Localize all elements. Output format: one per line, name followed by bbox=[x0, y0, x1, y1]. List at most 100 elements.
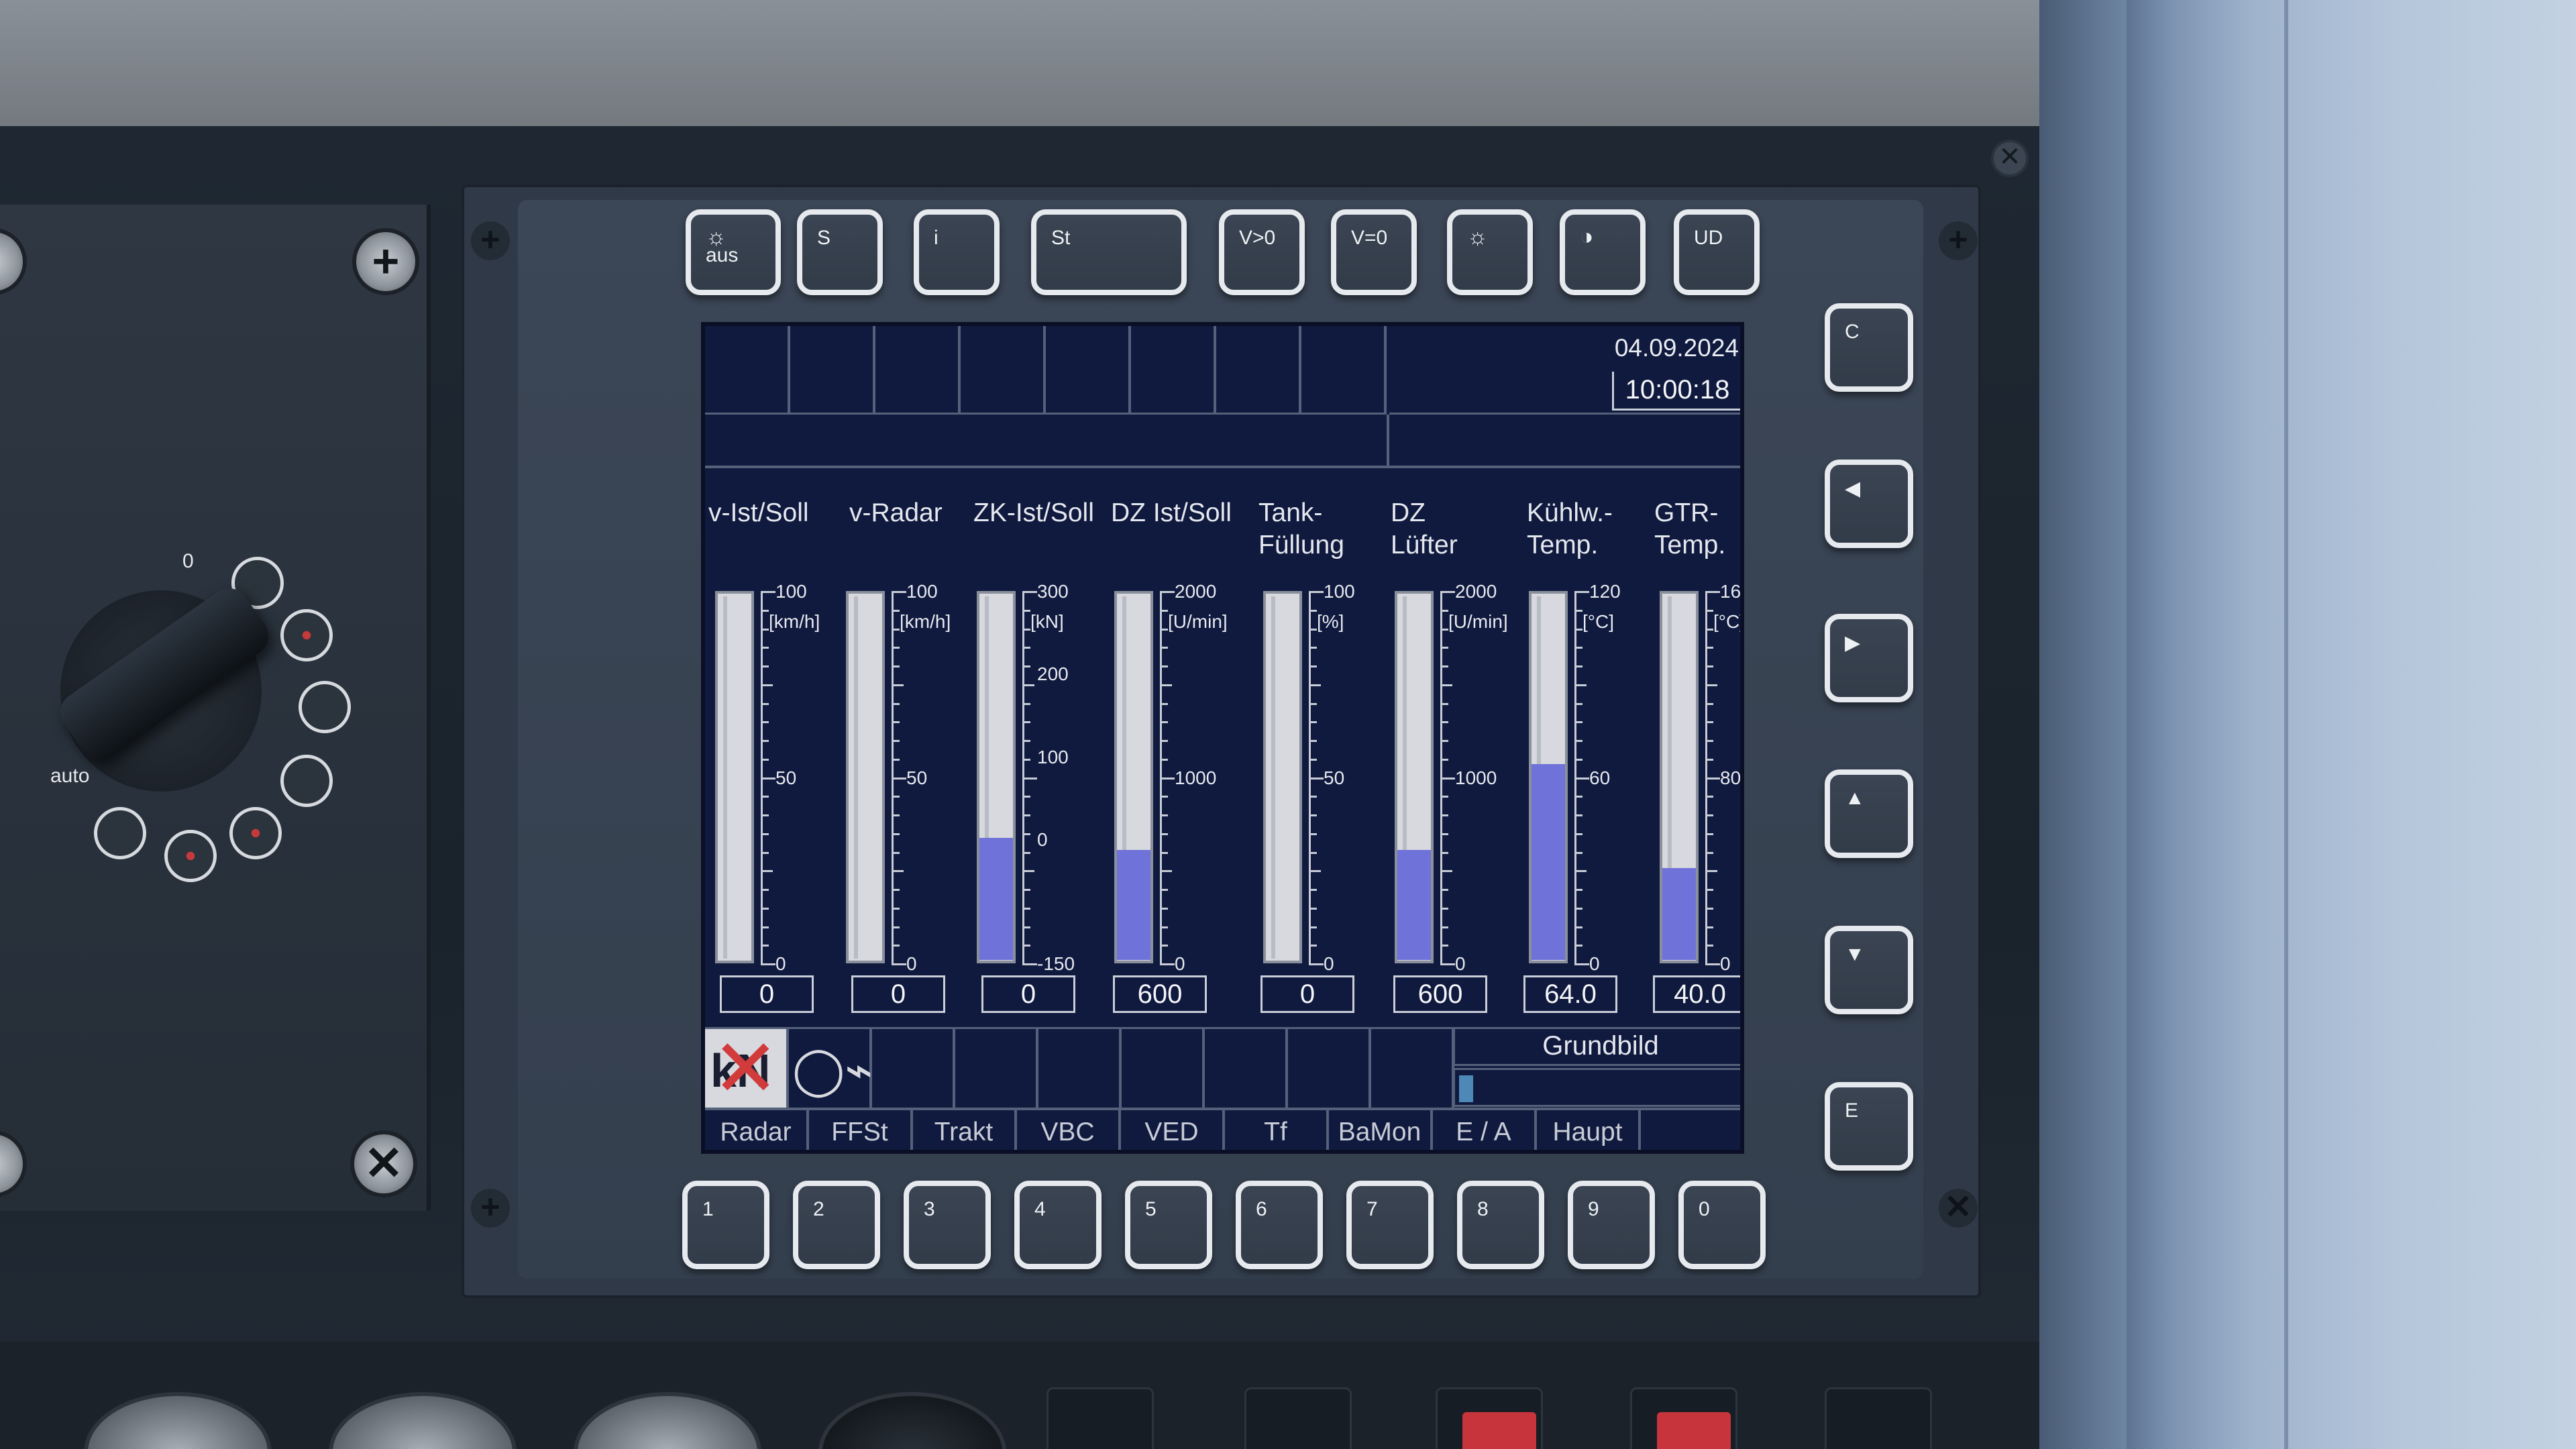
number-key-5[interactable]: 5 bbox=[1125, 1181, 1212, 1269]
bar-gauge: 100 50 0 [km/h] bbox=[708, 582, 836, 974]
diagnostic-screen: 04.09.2024 10:00:18 v-Ist/Soll 100 50 0 [km/… bbox=[701, 322, 1744, 1154]
top-softkey-5[interactable]: V>0 bbox=[1219, 209, 1305, 295]
gauge-tick bbox=[1022, 889, 1030, 891]
gauge-tick bbox=[1705, 814, 1713, 816]
bar-gauge: 100 50 0 [%] bbox=[1256, 582, 1384, 974]
side-softkey-4[interactable]: ▲ bbox=[1825, 769, 1913, 858]
gauge-tick bbox=[1574, 796, 1582, 798]
icon-cell bbox=[1287, 1027, 1371, 1108]
status-cell bbox=[1131, 326, 1216, 415]
number-key-0[interactable]: 0 bbox=[1678, 1181, 1766, 1269]
bezel-screw-icon: + bbox=[1939, 221, 1978, 260]
menu-item-bamon[interactable]: BaMon bbox=[1329, 1108, 1433, 1150]
number-key-4[interactable]: 4 bbox=[1014, 1181, 1102, 1269]
gauge-tick bbox=[1160, 870, 1172, 873]
number-key-1[interactable]: 1 bbox=[682, 1181, 769, 1269]
top-softkey-7[interactable]: ☼ bbox=[1447, 209, 1533, 295]
status-cell bbox=[705, 326, 790, 415]
top-softkey-1[interactable]: ☼ aus bbox=[686, 209, 781, 295]
gauge-tick bbox=[1440, 814, 1448, 816]
menu-item-ved[interactable]: VED bbox=[1121, 1108, 1225, 1150]
gauge-fill bbox=[979, 837, 1013, 960]
gauge-tick bbox=[1309, 628, 1317, 631]
gauge-tick bbox=[1440, 591, 1455, 593]
bar-gauge: 160 80 0 [°C] bbox=[1653, 581, 1741, 974]
gauge-tick bbox=[1309, 870, 1321, 873]
gauge-tick bbox=[761, 851, 769, 854]
number-key-label: 7 bbox=[1366, 1198, 1378, 1220]
gauge-tick-label: 160 bbox=[1720, 581, 1741, 602]
side-softkey-label: ▶ bbox=[1845, 632, 1861, 654]
top-softkey-8[interactable]: ◑ bbox=[1560, 209, 1646, 295]
gauge-track-groove bbox=[723, 596, 727, 959]
menu-item-e-a[interactable]: E / A bbox=[1433, 1108, 1537, 1150]
side-softkey-6[interactable]: E bbox=[1825, 1082, 1913, 1171]
gauge-tick bbox=[1574, 870, 1587, 873]
lower-square-button[interactable] bbox=[1825, 1387, 1932, 1449]
number-key-6[interactable]: 6 bbox=[1236, 1181, 1323, 1269]
gauge-tick bbox=[1705, 833, 1713, 835]
number-key-label: 9 bbox=[1588, 1198, 1599, 1220]
gauge-tick bbox=[1160, 740, 1168, 742]
bar-gauge: 2000 1000 0 [U/min] bbox=[1108, 582, 1235, 974]
gauge-tick bbox=[1705, 740, 1713, 742]
gauge-tick bbox=[1022, 684, 1034, 686]
gauge-tick bbox=[1574, 665, 1582, 667]
number-key-9[interactable]: 9 bbox=[1568, 1181, 1655, 1269]
menu-item-ffst[interactable]: FFSt bbox=[809, 1108, 913, 1150]
gauge-tick bbox=[1022, 628, 1030, 631]
gauge-tick bbox=[1705, 777, 1720, 780]
gauge-value: 40.0 bbox=[1653, 975, 1740, 1013]
gauge-tick bbox=[1574, 963, 1589, 965]
progress-fill bbox=[1459, 1075, 1474, 1102]
number-key-2[interactable]: 2 bbox=[793, 1181, 880, 1269]
bezel-screw-icon: + bbox=[471, 1189, 510, 1228]
gauge-tick bbox=[1705, 721, 1713, 724]
gauge-tick bbox=[1309, 665, 1317, 667]
gauge-tick-label: 1000 bbox=[1175, 767, 1217, 788]
menu-item-tf[interactable]: Tf bbox=[1225, 1108, 1329, 1150]
selector-position-dot bbox=[299, 681, 351, 733]
side-softkey-1[interactable]: C bbox=[1825, 303, 1913, 392]
top-softkey-2[interactable]: S bbox=[797, 209, 883, 295]
menu-item-trakt[interactable]: Trakt bbox=[913, 1108, 1017, 1150]
gauge-tick bbox=[1440, 796, 1448, 798]
gauge-tick bbox=[1705, 609, 1713, 612]
gauge-tick bbox=[1440, 702, 1448, 705]
menu-item-empty[interactable] bbox=[1641, 1108, 1740, 1150]
number-key-3[interactable]: 3 bbox=[904, 1181, 991, 1269]
icon-cell bbox=[955, 1027, 1038, 1108]
side-softkey-3[interactable]: ▶ bbox=[1825, 614, 1913, 702]
number-key-7[interactable]: 7 bbox=[1346, 1181, 1434, 1269]
gauge-tick-label: 0 bbox=[775, 953, 786, 974]
number-key-8[interactable]: 8 bbox=[1457, 1181, 1544, 1269]
gauge-tick bbox=[892, 628, 900, 631]
top-softkey-6[interactable]: V=0 bbox=[1331, 209, 1417, 295]
gauge-tick-label: 60 bbox=[1589, 767, 1611, 788]
icon-cell bbox=[1121, 1027, 1205, 1108]
top-softkey-3[interactable]: i bbox=[914, 209, 1000, 295]
lower-square-button[interactable] bbox=[1046, 1387, 1154, 1449]
menu-item-vbc[interactable]: VBC bbox=[1017, 1108, 1121, 1150]
red-toggle-switch[interactable] bbox=[1657, 1412, 1731, 1449]
gauge-tick bbox=[892, 814, 900, 816]
gauge-tick bbox=[1440, 963, 1455, 965]
selector-position-dot bbox=[164, 830, 217, 882]
side-softkey-2[interactable]: ◀ bbox=[1825, 460, 1913, 548]
panel-screw-icon: ✕ bbox=[350, 1130, 417, 1197]
selector-position-dot bbox=[280, 609, 333, 661]
gauge-tick bbox=[1160, 684, 1172, 686]
date-display: 04.09.2024 bbox=[1614, 334, 1739, 362]
softkey-label: aus bbox=[706, 244, 739, 266]
side-softkey-label: C bbox=[1845, 321, 1860, 343]
menu-item-radar[interactable]: Radar bbox=[705, 1108, 809, 1150]
side-softkey-5[interactable]: ▼ bbox=[1825, 926, 1913, 1014]
menu-item-haupt[interactable]: Haupt bbox=[1537, 1108, 1641, 1150]
lower-square-button[interactable] bbox=[1244, 1387, 1352, 1449]
top-softkey-9[interactable]: UD bbox=[1674, 209, 1760, 295]
gauge-unit: [km/h] bbox=[900, 611, 951, 632]
top-softkey-4[interactable]: St bbox=[1031, 209, 1187, 295]
red-toggle-switch[interactable] bbox=[1462, 1412, 1536, 1449]
time-display: 10:00:18 bbox=[1612, 372, 1740, 411]
gauge-tick bbox=[1309, 702, 1317, 705]
